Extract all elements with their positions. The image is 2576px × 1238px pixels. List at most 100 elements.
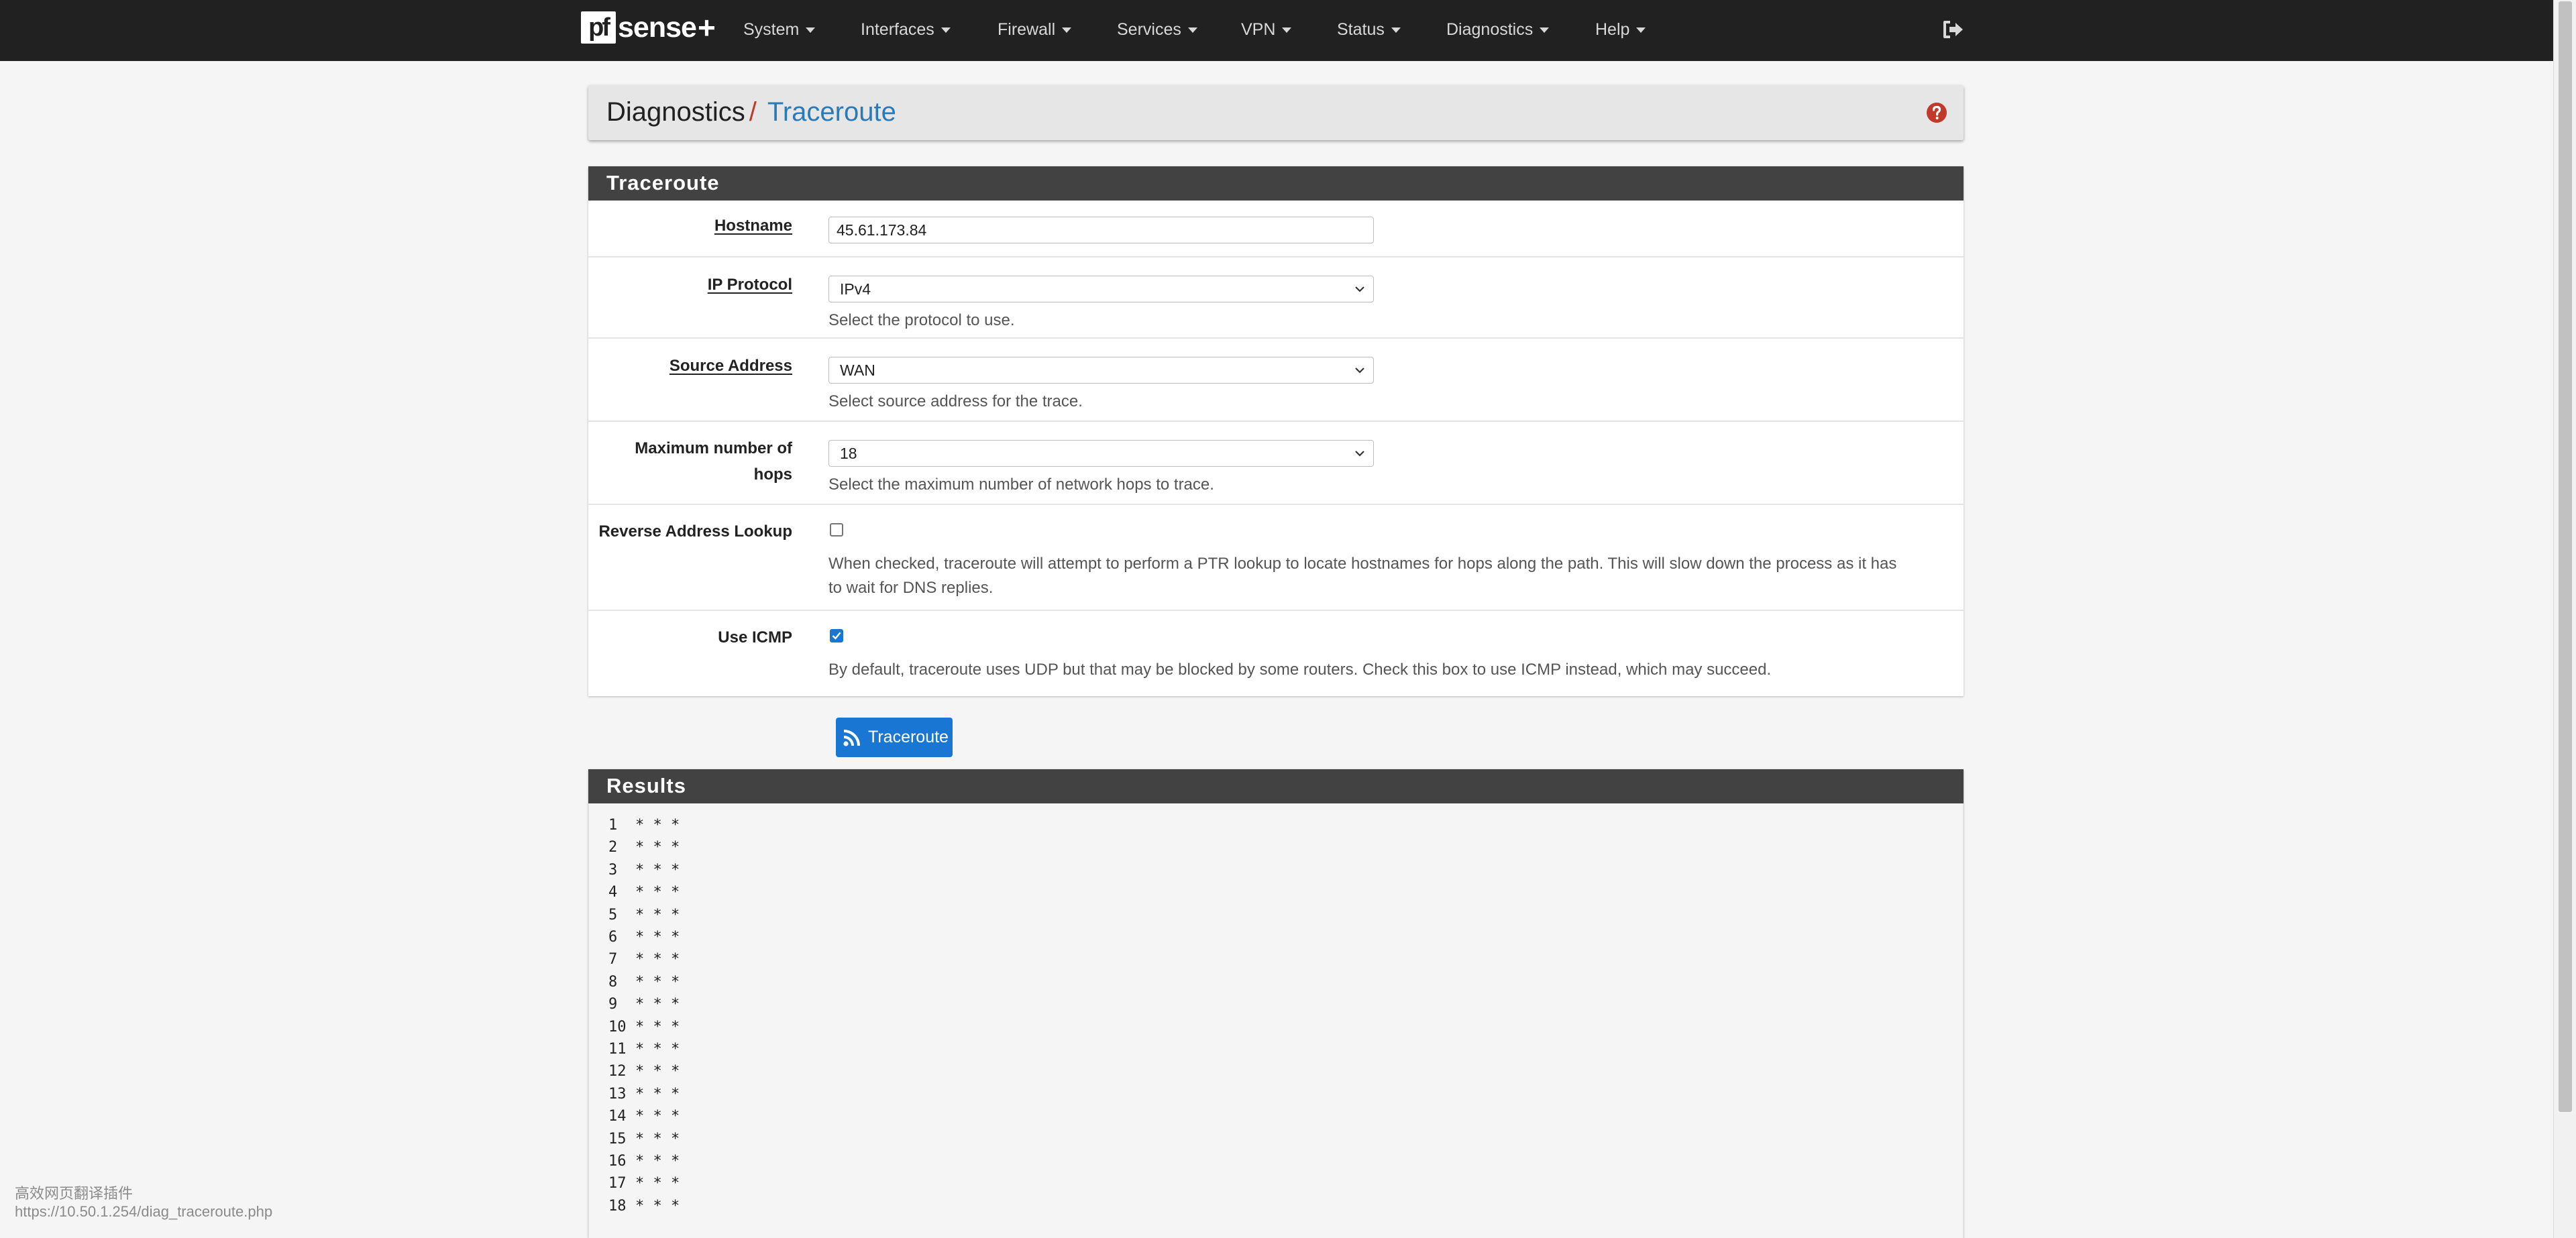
trace-hop-number: 12	[608, 1063, 627, 1080]
trace-hop-line: 3 * * *	[608, 862, 680, 879]
trace-hop-line: 18 * * *	[608, 1198, 680, 1215]
caret-down-icon	[806, 27, 816, 34]
trace-hop-line: 11 * * *	[608, 1041, 680, 1058]
trace-hop-line: 6 * * *	[608, 929, 680, 946]
trace-hop-line: 4 * * *	[608, 884, 680, 901]
use-icmp-checkbox[interactable]	[830, 629, 843, 642]
caret-down-icon	[1391, 27, 1401, 34]
results-panel-title: Results	[588, 769, 1964, 803]
nav-vpn[interactable]: VPN	[1241, 0, 1292, 61]
traceroute-form-panel: Traceroute Hostname 45.61.173.84 IP Prot…	[588, 166, 1964, 696]
trace-hop-result: * * *	[635, 1153, 680, 1170]
trace-hop-result: * * *	[635, 1085, 680, 1103]
trace-hop-line: 7 * * *	[608, 951, 680, 968]
trace-hop-number: 5	[608, 906, 618, 923]
max-hops-row: Maximum number of hops 18 Select the max…	[588, 420, 1964, 505]
rss-icon	[843, 730, 860, 746]
caret-down-icon	[1636, 27, 1646, 34]
trace-hop-line: 8 * * *	[608, 974, 680, 991]
caret-down-icon	[1540, 27, 1550, 34]
trace-hop-number: 15	[608, 1130, 627, 1147]
nav-diagnostics-label: Diagnostics	[1446, 20, 1534, 39]
source-address-label: Source Address	[669, 357, 792, 375]
trace-hop-number: 8	[608, 973, 618, 991]
reverse-lookup-help-line1: When checked, traceroute will attempt to…	[828, 555, 1897, 573]
chevron-down-icon	[1355, 368, 1364, 374]
logo-plus-text: +	[697, 10, 716, 45]
trace-hop-line: 13 * * *	[608, 1086, 680, 1103]
ip-protocol-value: IPv4	[840, 280, 871, 298]
max-hops-help: Select the maximum number of network hop…	[828, 475, 1214, 494]
logo-pf-mark: pf	[581, 11, 616, 44]
trace-hop-number: 1	[608, 817, 618, 834]
trace-hop-number: 13	[608, 1085, 627, 1103]
source-address-help: Select source address for the trace.	[828, 392, 1083, 410]
trace-hop-result: * * *	[635, 951, 680, 968]
trace-hop-result: * * *	[635, 929, 680, 946]
trace-hop-result: * * *	[635, 1108, 680, 1125]
trace-hop-line: 5 * * *	[608, 907, 680, 923]
trace-hop-line: 2 * * *	[608, 839, 680, 856]
breadcrumb-section[interactable]: Diagnostics	[606, 97, 745, 127]
top-navbar: pf sense + System Interfaces Firewall Se…	[0, 0, 2553, 61]
caret-down-icon	[1062, 27, 1072, 34]
hostname-row: Hostname 45.61.173.84	[588, 201, 1964, 256]
hostname-input[interactable]: 45.61.173.84	[828, 217, 1374, 243]
hostname-label: Hostname	[714, 217, 792, 235]
page-scrollbar[interactable]	[2553, 0, 2576, 1238]
nav-services[interactable]: Services	[1117, 0, 1197, 61]
max-hops-select[interactable]: 18	[828, 440, 1374, 467]
ip-protocol-help: Select the protocol to use.	[828, 311, 1015, 329]
trace-hop-result: * * *	[635, 1018, 680, 1035]
traceroute-submit-label: Traceroute	[868, 728, 949, 746]
source-address-value: WAN	[840, 361, 875, 379]
max-hops-label-line2: hops	[753, 465, 792, 484]
trace-hop-result: * * *	[635, 1197, 680, 1215]
nav-help[interactable]: Help	[1595, 0, 1646, 61]
reverse-lookup-help-line2: to wait for DNS replies.	[828, 579, 994, 597]
trace-hop-line: 9 * * *	[608, 996, 680, 1013]
nav-interfaces[interactable]: Interfaces	[861, 0, 951, 61]
translate-plugin-label: 高效网页翻译插件	[15, 1185, 133, 1202]
nav-firewall-label: Firewall	[998, 20, 1056, 39]
nav-system[interactable]: System	[743, 0, 816, 61]
use-icmp-label: Use ICMP	[718, 628, 792, 646]
source-address-select[interactable]: WAN	[828, 357, 1374, 384]
nav-status-label: Status	[1337, 20, 1385, 39]
ip-protocol-select[interactable]: IPv4	[828, 276, 1374, 302]
question-circle-icon[interactable]	[1925, 101, 1948, 124]
nav-diagnostics[interactable]: Diagnostics	[1446, 0, 1550, 61]
breadcrumb-current-page[interactable]: Traceroute	[767, 97, 896, 127]
use-icmp-help: By default, traceroute uses UDP but that…	[828, 661, 1772, 679]
trace-hop-line: 15 * * *	[608, 1131, 680, 1147]
ip-protocol-label: IP Protocol	[707, 276, 792, 294]
trace-hop-result: * * *	[635, 861, 680, 879]
pfsense-logo[interactable]: pf sense +	[581, 10, 716, 45]
trace-hop-number: 2	[608, 839, 618, 856]
reverse-lookup-row: Reverse Address Lookup When checked, tra…	[588, 504, 1964, 611]
sign-out-icon[interactable]	[1941, 18, 1964, 41]
breadcrumb-separator: /	[749, 97, 757, 127]
max-hops-value: 18	[840, 445, 857, 462]
caret-down-icon	[941, 27, 951, 34]
nav-help-label: Help	[1595, 20, 1630, 39]
trace-hop-line: 16 * * *	[608, 1153, 680, 1170]
page-title: Diagnostics / Traceroute	[606, 97, 896, 127]
nav-vpn-label: VPN	[1241, 20, 1276, 39]
trace-hop-number: 9	[608, 996, 618, 1013]
traceroute-submit-button[interactable]: Traceroute	[836, 718, 953, 757]
nav-interfaces-label: Interfaces	[861, 20, 934, 39]
nav-firewall[interactable]: Firewall	[998, 0, 1072, 61]
scrollbar-thumb[interactable]	[2559, 1, 2572, 1112]
reverse-lookup-checkbox[interactable]	[830, 523, 843, 537]
chevron-down-icon	[1355, 451, 1364, 457]
nav-status[interactable]: Status	[1337, 0, 1401, 61]
trace-hop-result: * * *	[635, 973, 680, 991]
breadcrumb: Diagnostics / Traceroute	[588, 85, 1964, 140]
use-icmp-row: Use ICMP By default, traceroute uses UDP…	[588, 610, 1964, 697]
results-output[interactable]: 1 * * * 2 * * * 3 * * * 4 * * * 5 * * * 6 * * * 7 * *…	[588, 803, 1964, 1238]
trace-hop-number: 17	[608, 1175, 627, 1192]
trace-hop-number: 11	[608, 1041, 627, 1058]
trace-hop-result: * * *	[635, 1175, 680, 1192]
form-panel-title: Traceroute	[588, 166, 1964, 201]
